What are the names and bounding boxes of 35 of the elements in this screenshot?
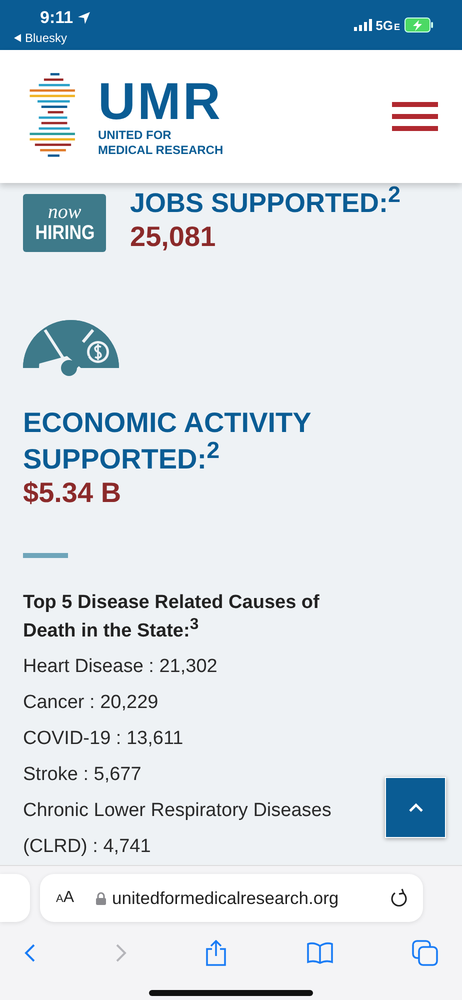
- sign-text: now: [48, 202, 82, 222]
- section-heading: Top 5 Disease Related Causes of Death in the State:$^{3}$: [23, 591, 320, 644]
- network-label: 5G E: [376, 18, 400, 32]
- location-arrow-icon: [77, 11, 92, 25]
- text-size-button[interactable]: AA: [56, 889, 74, 908]
- cause-item: Chronic Lower Respiratory Diseases (CLRD) : 4,741: [23, 799, 332, 860]
- signal-icon: [354, 19, 372, 31]
- address-bar[interactable]: AA unitedformedicalresearch.org: [40, 874, 423, 922]
- stat-title: JOBS SUPPORTED:$^{2}$: [130, 183, 401, 218]
- cause-item: Stroke : 5,677: [23, 763, 142, 788]
- clock-time: 9:11: [40, 8, 74, 28]
- logo-subtitle: MEDICAL RESEARCH: [98, 142, 224, 157]
- bookmarks-icon[interactable]: [306, 942, 334, 964]
- back-to-app-link[interactable]: Bluesky: [14, 31, 92, 45]
- battery-charging-icon: [404, 17, 434, 33]
- cause-item: Cancer : 20,229: [23, 691, 160, 716]
- back-icon[interactable]: [24, 943, 36, 964]
- url-text: unitedformedicalresearch.org: [112, 888, 340, 909]
- tabs-icon[interactable]: [412, 940, 438, 966]
- logo-subtitle: UNITED FOR: [98, 128, 172, 142]
- back-triangle-icon: [14, 34, 22, 42]
- chevron-up-icon: [408, 802, 424, 812]
- share-icon[interactable]: [205, 940, 227, 966]
- gauge-icon: [23, 318, 119, 376]
- stat-value: $5.34 B: [23, 477, 122, 510]
- lock-icon: [96, 892, 106, 905]
- menu-button[interactable]: [392, 102, 438, 132]
- stat-title: ECONOMIC ACTIVITY SUPPORTED:$^{2}$: [23, 408, 312, 474]
- reload-icon[interactable]: [389, 888, 409, 908]
- scroll-to-top-button[interactable]: [385, 777, 446, 838]
- sign-text: HIRING: [34, 222, 94, 244]
- logo-title: UMR: [98, 76, 224, 128]
- cause-item: COVID-19 : 13,611: [23, 727, 184, 752]
- stat-value: 25,081: [130, 221, 216, 254]
- cause-item: Heart Disease : 21,302: [23, 655, 218, 680]
